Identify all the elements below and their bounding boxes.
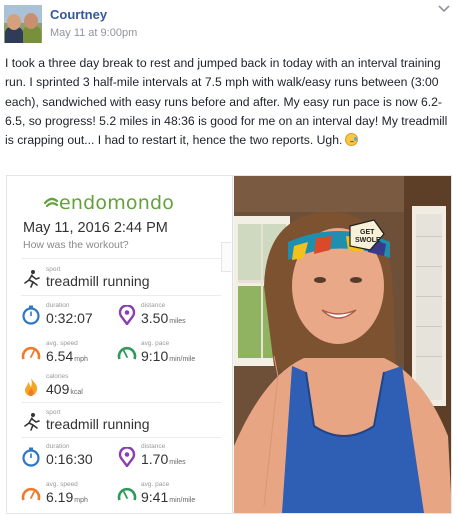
divider [21,295,221,296]
options-chevron-icon[interactable] [436,2,452,16]
duration-value: 0:32:07 [46,310,93,326]
calories-label: calories [46,373,69,380]
sport-name: treadmill running [46,273,150,289]
pace-unit: min/mile [169,356,196,363]
post-timestamp[interactable]: May 11 at 9:00pm [50,27,137,39]
distance-unit: miles [169,318,186,325]
pace-value: 9:41 [141,489,169,505]
selfie-illustration: GET SWOLE [234,176,451,513]
calories-unit: kcal [70,389,83,396]
side-tab [221,242,231,272]
post-attachment[interactable]: endomondo May 11, 2016 2:44 PM How was t… [6,175,452,514]
endomondo-screenshot[interactable]: endomondo May 11, 2016 2:44 PM How was t… [7,176,233,513]
duration-label: duration [46,302,70,309]
speedometer-icon [21,346,41,360]
tired-face-emoji [345,133,359,147]
speed-unit: mph [74,356,88,363]
pace-value: 9:10 [141,348,169,364]
pace-gauge-icon [117,487,137,501]
distance-label: distance [141,302,166,309]
workout-question[interactable]: How was the workout? [23,239,129,251]
distance-label: distance [141,443,166,450]
distance-value: 3.50 [141,310,169,326]
pace-label: avg. pace [141,481,170,488]
post-text: I took a three day break to rest and jum… [5,56,448,148]
distance-unit: miles [169,459,186,466]
endomondo-logo-icon [43,197,59,208]
workout-date: May 11, 2016 2:44 PM [23,220,168,236]
sport-name: treadmill running [46,416,150,432]
calories-value: 409 [46,381,70,397]
post-body: I took a three day break to rest and jum… [5,54,453,150]
pace-gauge-icon [117,346,137,360]
pace-label: avg. pace [141,340,170,347]
map-pin-icon [118,447,136,467]
author-name[interactable]: Courtney [50,7,107,22]
headband-text-get: GET [360,229,375,236]
divider [21,258,221,259]
speed-value: 6.54 [46,348,74,364]
selfie-photo[interactable]: GET SWOLE [234,176,451,513]
distance-row: 3.50miles [141,310,186,326]
speed-label: avg. speed [46,481,78,488]
stopwatch-icon [22,447,40,467]
map-pin-icon [118,305,136,325]
speed-unit: mph [74,497,88,504]
speed-label: avg. speed [46,340,78,347]
runner-icon [24,270,40,288]
speed-row: 6.54mph [46,348,88,364]
flame-icon [25,378,38,396]
runner-icon [24,413,40,431]
speed-row: 6.19mph [46,489,88,505]
pace-row: 9:10min/mile [141,348,195,364]
distance-value: 1.70 [141,451,169,467]
divider [21,402,221,403]
speedometer-icon [21,487,41,501]
endomondo-logo: endomondo [59,192,175,214]
pace-row: 9:41min/mile [141,489,195,505]
distance-row: 1.70miles [141,451,186,467]
profile-avatar[interactable] [4,5,42,43]
duration-value: 0:16:30 [46,451,93,467]
divider [21,437,221,438]
pace-unit: min/mile [169,497,196,504]
stopwatch-icon [22,305,40,325]
sport-label: sport [46,266,61,273]
calories-row: 409kcal [46,381,83,397]
headband-text-swole: SWOLE [355,237,381,244]
sport-label: sport [46,409,61,416]
duration-label: duration [46,443,70,450]
speed-value: 6.19 [46,489,74,505]
